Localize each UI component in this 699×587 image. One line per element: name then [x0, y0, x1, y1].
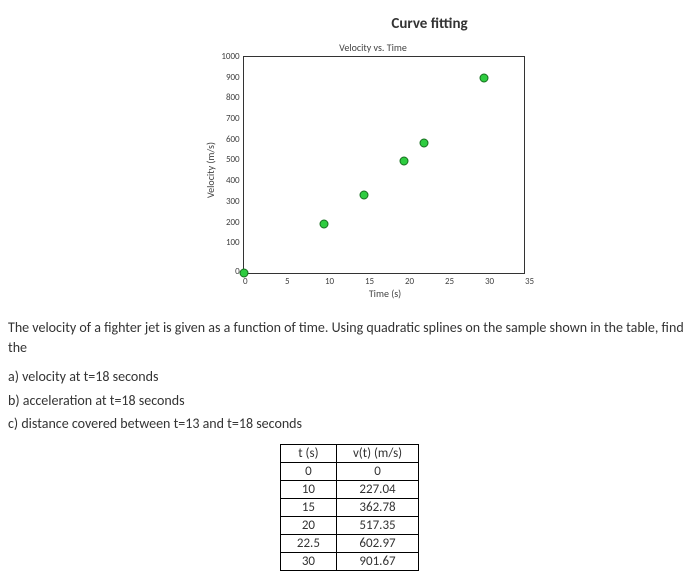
problem-part-b: b) acceleration at t=18 seconds	[8, 391, 691, 411]
table-header-row: t (s) v(t) (m/s)	[280, 444, 418, 462]
table-header: v(t) (m/s)	[336, 444, 418, 462]
chart-point	[319, 219, 328, 228]
table-row: 00	[280, 462, 418, 480]
chart-point	[359, 190, 368, 199]
problem-part-a: a) velocity at t=18 seconds	[8, 367, 691, 387]
page-title: Curve fitting	[168, 15, 691, 33]
table-row: 10227.04	[280, 480, 418, 498]
table-row: 20517.35	[280, 516, 418, 534]
table-row: 15362.78	[280, 498, 418, 516]
chart-point	[419, 138, 428, 147]
problem-intro: The velocity of a fighter jet is given a…	[8, 318, 691, 357]
chart-ylabel: Velocity (m/s)	[204, 142, 217, 198]
problem-text: The velocity of a fighter jet is given a…	[8, 318, 691, 434]
chart-point	[479, 74, 488, 83]
data-table-wrap: t (s) v(t) (m/s) 00 10227.04 15362.78 20…	[8, 444, 691, 571]
chart-xticks: 0 5 10 15 20 25 30 35	[245, 276, 525, 287]
table-row: 30901.67	[280, 552, 418, 570]
chart-yticks: 1000 900 800 700 600 500 400 300 200 100…	[221, 56, 242, 272]
chart-point	[399, 157, 408, 166]
chart-title: Velocity vs. Time	[339, 41, 407, 54]
table-header: t (s)	[280, 444, 336, 462]
table-row: 22.5602.97	[280, 534, 418, 552]
chart-plot-area	[243, 56, 525, 274]
chart-xlabel: Time (s)	[245, 287, 525, 300]
chart-container: Velocity (m/s) Velocity vs. Time 1000 90…	[38, 41, 691, 300]
data-table: t (s) v(t) (m/s) 00 10227.04 15362.78 20…	[280, 444, 419, 571]
problem-part-c: c) distance covered between t=13 and t=1…	[8, 414, 691, 434]
